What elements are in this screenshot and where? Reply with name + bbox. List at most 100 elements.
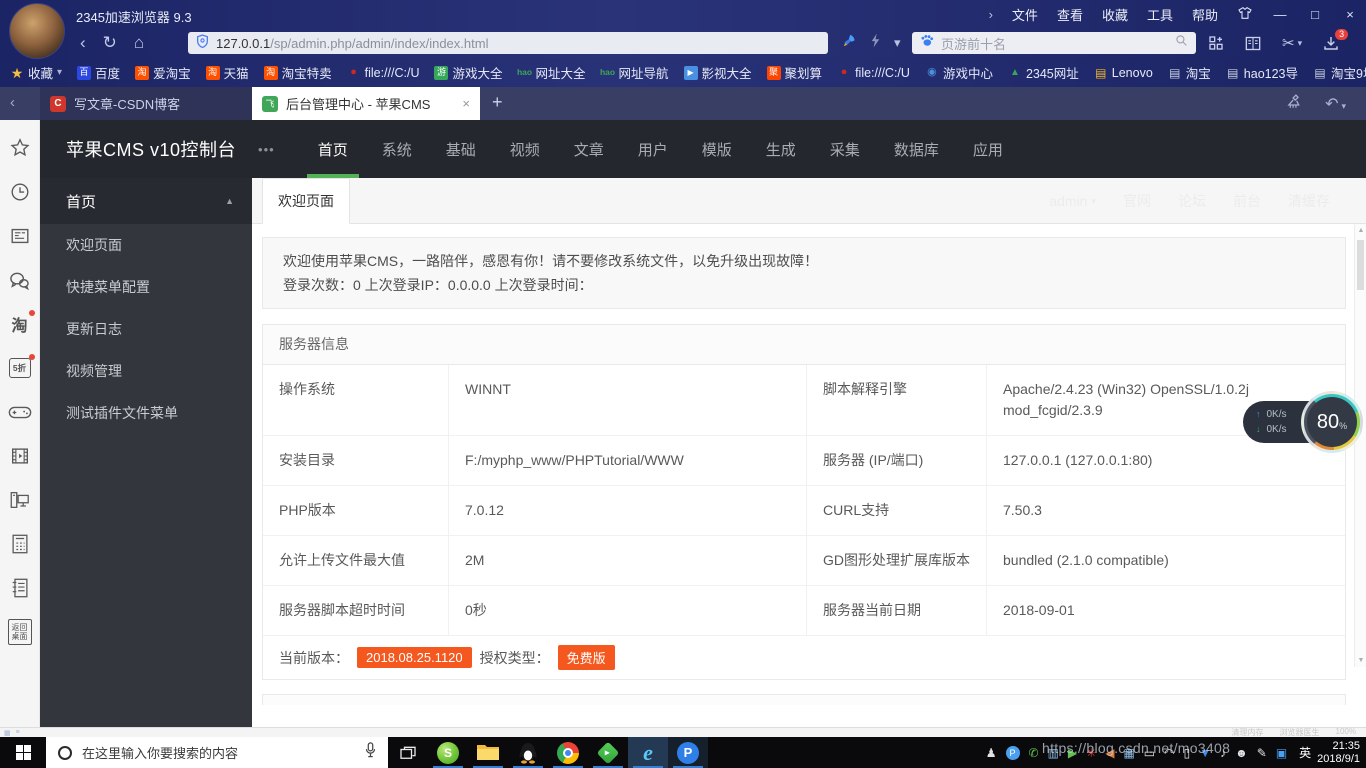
history-clock-icon[interactable]: [8, 180, 32, 204]
sidebar-item-quickmenu[interactable]: 快捷菜单配置: [40, 266, 252, 308]
nav-system[interactable]: 系统: [365, 120, 429, 178]
pc-card-icon[interactable]: ▦: [1123, 747, 1134, 759]
home-button[interactable]: ⌂: [134, 33, 144, 53]
bookmark-aitaobao[interactable]: 淘爱淘宝: [135, 63, 191, 82]
app-file-explorer[interactable]: [468, 737, 508, 768]
app-accelerator-ball[interactable]: S: [428, 737, 468, 768]
app-qq[interactable]: [508, 737, 548, 768]
app-chrome[interactable]: [548, 737, 588, 768]
restore-tabs-icon[interactable]: ↶▾: [1325, 94, 1346, 114]
nav-apps[interactable]: 应用: [956, 120, 1020, 178]
menu-favorites[interactable]: 收藏: [1102, 5, 1128, 24]
bookmark-movies[interactable]: ▶影视大全: [684, 63, 752, 82]
link-official-site[interactable]: 官网: [1123, 191, 1151, 211]
nav-basic[interactable]: 基础: [429, 120, 493, 178]
sidebar-item-changelog[interactable]: 更新日志: [40, 308, 252, 350]
nav-user[interactable]: 用户: [621, 120, 685, 178]
link-forum[interactable]: 论坛: [1178, 191, 1206, 211]
wechat-chat-icon[interactable]: [8, 268, 32, 292]
bookmark-game-center[interactable]: ◉游戏中心: [925, 63, 993, 82]
nav-generate[interactable]: 生成: [749, 120, 813, 178]
user-icon[interactable]: ♟: [986, 747, 997, 759]
bookmark-taobao-page[interactable]: ▤淘宝: [1168, 63, 1211, 82]
search-magnifier-icon[interactable]: [1175, 34, 1188, 52]
tab-cms-active[interactable]: 飞 后台管理中心 - 苹果CMS ×: [252, 87, 480, 120]
memory-usage-ball[interactable]: 80 %: [1301, 391, 1363, 453]
bookmark-baidu[interactable]: 百百度: [77, 63, 120, 82]
sidebar-item-welcome[interactable]: 欢迎页面: [40, 224, 252, 266]
skin-icon[interactable]: [1237, 6, 1253, 23]
volume-mixer-icon[interactable]: ◀: [1105, 747, 1114, 759]
remote-desktop-icon[interactable]: ▥: [1048, 747, 1059, 759]
app-p[interactable]: P: [668, 737, 708, 768]
url-text[interactable]: 127.0.0.1/sp/admin.php/admin/index/index…: [216, 36, 488, 51]
nav-template[interactable]: 模版: [685, 120, 749, 178]
bookmarks-root[interactable]: ★ 收藏 ▾: [10, 63, 62, 82]
booster-rocket-icon[interactable]: [842, 33, 857, 53]
bookmark-hao-nav[interactable]: hao网址导航: [601, 63, 669, 82]
wifi-icon[interactable]: ◠: [1164, 747, 1174, 759]
refresh-button[interactable]: ↻: [103, 33, 117, 53]
link-frontend[interactable]: 前台: [1233, 191, 1261, 211]
taobao-rail-icon[interactable]: 淘: [8, 312, 32, 336]
pen-input-icon[interactable]: ✎: [1257, 747, 1267, 759]
menu-file[interactable]: 文件: [1012, 5, 1038, 24]
nav-article[interactable]: 文章: [557, 120, 621, 178]
bookmark-lenovo-folder[interactable]: ▤Lenovo: [1094, 66, 1153, 80]
microphone-icon[interactable]: [365, 742, 376, 763]
site-security-shield-icon[interactable]: [196, 34, 209, 53]
nav-collect[interactable]: 采集: [813, 120, 877, 178]
bookmark-games[interactable]: 游游戏大全: [434, 63, 502, 82]
sidebar-group-home[interactable]: 首页 ▲: [40, 178, 252, 224]
menu-expand-icon[interactable]: ›: [989, 7, 993, 22]
back-button[interactable]: ‹: [80, 33, 86, 53]
wechat-icon[interactable]: ✆: [1029, 747, 1039, 759]
screenshot-scissors-icon[interactable]: ✂▾: [1282, 34, 1302, 52]
cms-logo[interactable]: 苹果CMS v10控制台: [66, 136, 236, 162]
bookmark-hao123[interactable]: ▤hao123导: [1226, 63, 1298, 82]
tabs-scroll-left-icon[interactable]: ‹: [10, 94, 15, 111]
bookmark-2345-sites[interactable]: ▲2345网址: [1008, 63, 1079, 82]
security-shield-icon[interactable]: ▼: [1199, 747, 1211, 759]
taskbar-clock[interactable]: 21:35 2018/9/1: [1317, 737, 1360, 768]
toolbar-dropdown-icon[interactable]: ▾: [894, 35, 901, 51]
alert-icon[interactable]: ✳: [1086, 747, 1096, 759]
notes-list-icon[interactable]: [8, 576, 32, 600]
start-button[interactable]: [0, 737, 46, 768]
p-assistant-icon[interactable]: P: [1006, 746, 1020, 760]
reading-mode-icon[interactable]: [1245, 36, 1261, 51]
bookmark-taobao99[interactable]: ▤淘宝9块9: [1313, 63, 1366, 82]
power-plug-icon[interactable]: ▯: [1184, 747, 1191, 759]
speaker-icon[interactable]: ♪: [1220, 747, 1226, 759]
link-clear-cache[interactable]: 清缓存: [1288, 191, 1330, 211]
news-icon[interactable]: [8, 224, 32, 248]
menu-view[interactable]: 查看: [1057, 5, 1083, 24]
sidebar-item-video-manage[interactable]: 视频管理: [40, 350, 252, 392]
menu-help[interactable]: 帮助: [1192, 5, 1218, 24]
scrollbar-thumb[interactable]: [1357, 240, 1364, 290]
messenger-icon[interactable]: ▣: [1276, 747, 1287, 759]
cms-collapse-dots[interactable]: •••: [258, 142, 275, 157]
sidebar-item-plugin-test[interactable]: 测试插件文件菜单: [40, 392, 252, 434]
content-scrollbar[interactable]: ▲ ▼: [1354, 224, 1366, 667]
lightning-icon[interactable]: [870, 33, 881, 53]
close-button[interactable]: ×: [1342, 7, 1358, 22]
bookmark-tmall[interactable]: 淘天猫: [206, 63, 249, 82]
task-view-button[interactable]: [388, 737, 428, 768]
app-green-diamond[interactable]: ▸: [588, 737, 628, 768]
download-manager-icon[interactable]: 3: [1323, 35, 1339, 51]
display-icon[interactable]: ▭: [1144, 747, 1155, 759]
scroll-down-arrow[interactable]: ▼: [1355, 657, 1366, 664]
scroll-up-arrow[interactable]: ▲: [1355, 227, 1366, 234]
nav-home[interactable]: 首页: [301, 120, 365, 178]
nav-video[interactable]: 视频: [493, 120, 557, 178]
apps-grid-icon[interactable]: [1208, 35, 1224, 51]
admin-user-menu[interactable]: admin▾: [1049, 193, 1096, 209]
discount-5zhe-icon[interactable]: 5折: [8, 356, 32, 380]
tab-close-icon[interactable]: ×: [462, 96, 470, 111]
bookmark-juhuasuan[interactable]: 聚聚划算: [767, 63, 823, 82]
qq-tray-icon[interactable]: ☻: [1235, 747, 1248, 759]
address-bar[interactable]: 127.0.0.1/sp/admin.php/admin/index/index…: [188, 32, 828, 54]
tab-csdn[interactable]: C 写文章-CSDN博客: [40, 87, 252, 120]
calculator-icon[interactable]: [8, 532, 32, 556]
